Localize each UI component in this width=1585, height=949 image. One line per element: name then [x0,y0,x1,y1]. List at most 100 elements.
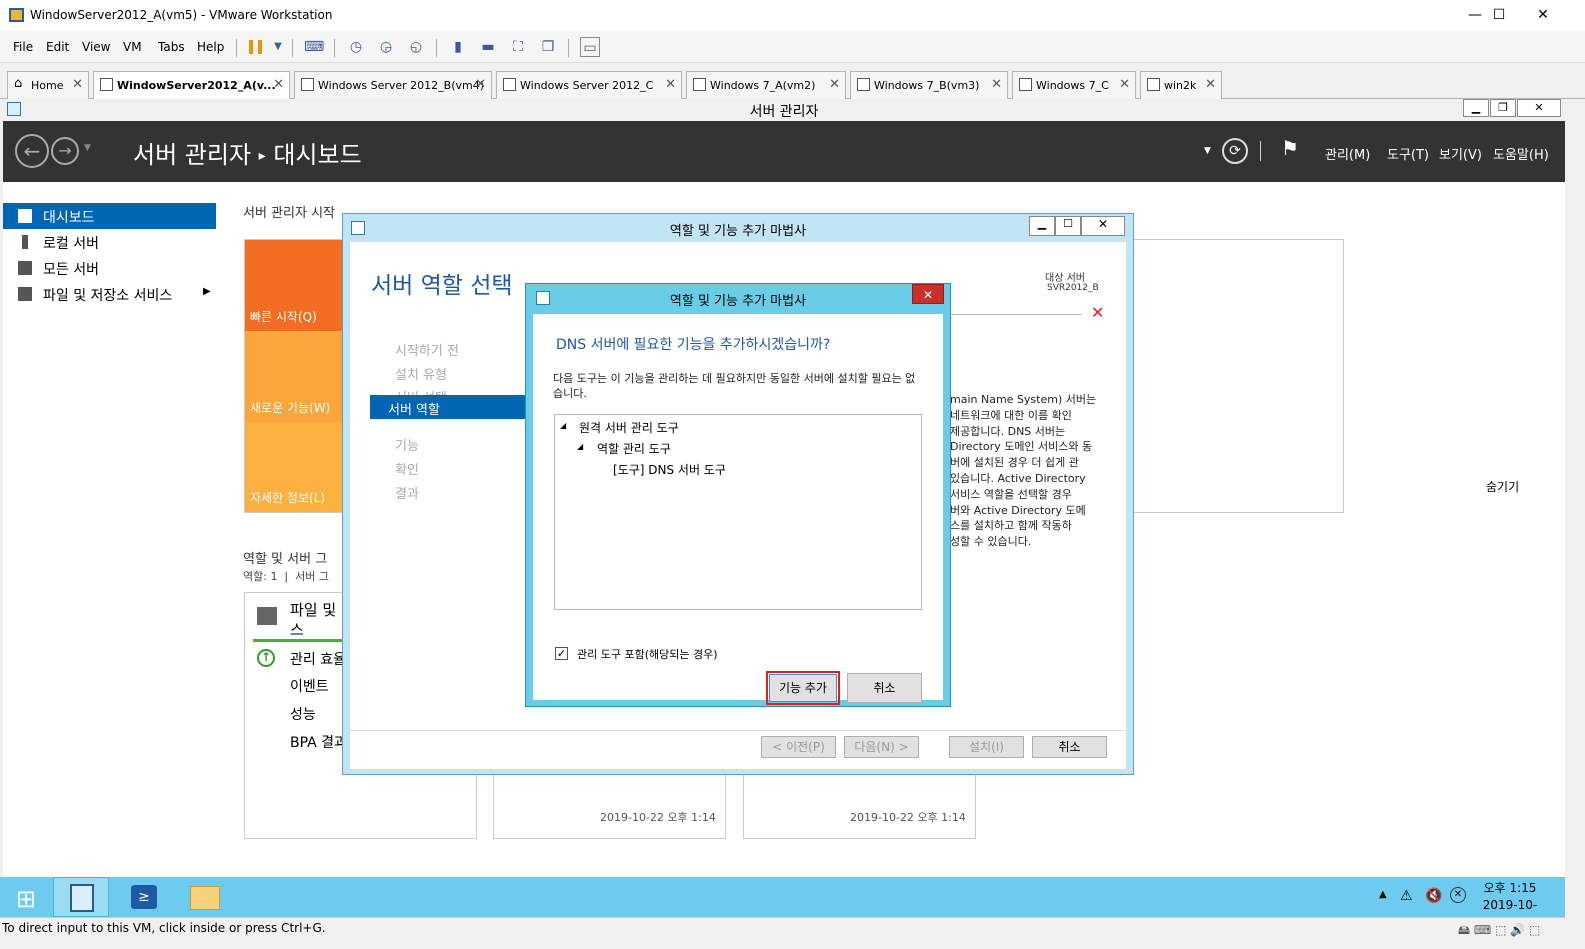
wizard-step[interactable]: 시작하기 전 [395,340,459,359]
card-row[interactable]: 이벤트 [290,676,329,696]
vmware-window-scrollbar[interactable] [1565,99,1585,949]
network-icon[interactable]: ⚠ [1400,888,1413,904]
previous-button[interactable]: < 이전(P) [761,736,836,758]
tab-windows-7-b[interactable]: Windows 7_B(vm3) ✕ [850,71,1008,99]
console-view-icon[interactable]: ▬ [478,37,498,57]
close-icon[interactable]: ✕ [829,77,840,92]
tile-whats-new[interactable]: 새로운 기능(W) [245,331,345,422]
close-icon[interactable]: ✕ [991,77,1002,92]
expand-triangle-icon[interactable]: ◢ [577,442,583,451]
role-card[interactable]: 2019-10-22 오후 1:14 [743,772,976,839]
windows-start-icon[interactable]: ⊞ [16,885,36,913]
menu-help[interactable]: Help [197,40,224,54]
sidebar-item-local-server[interactable]: 로컬 서버 [3,229,216,255]
menu-file[interactable]: File [13,40,33,54]
card-row[interactable]: 성능 [290,704,316,724]
vm-icon [100,78,113,91]
menu-help[interactable]: 도움말(H) [1493,144,1549,163]
fullscreen-icon[interactable]: ⛶ [508,37,528,57]
include-tools-checkbox[interactable]: ✓ [555,647,568,660]
close-icon[interactable]: ✕ [273,77,284,92]
wizard-cancel-button[interactable]: 취소 [1032,736,1107,758]
refresh-icon[interactable]: ⟳ [1222,138,1248,164]
wizard-step[interactable]: 확인 [395,459,419,478]
chevron-down-icon[interactable]: ▼ [268,37,288,57]
tab-win2k[interactable]: win2k ✕ [1140,71,1222,99]
guest-close-button[interactable]: ✕ [1517,99,1561,117]
device-status-icons[interactable]: 🖴 ⌨ ⬚ 🔊 ⬚ [1458,921,1540,942]
thumbnail-view-icon[interactable]: ▭ [580,37,600,57]
role-card[interactable]: 2019-10-22 오후 1:14 [493,772,726,839]
tile-learn-more[interactable]: 자세한 정보(L) [245,422,345,512]
card-row[interactable]: 관리 효율 [290,649,346,669]
forward-arrow-icon[interactable]: → [51,137,79,165]
toolbar-separator [236,39,237,57]
close-icon[interactable]: ✕ [1119,77,1130,92]
tree-item[interactable]: [도구] DNS 서버 도구 [613,461,726,478]
menu-edit[interactable]: Edit [46,40,69,54]
snapshot-manager-icon[interactable]: ◵ [406,37,426,57]
card-row[interactable]: BPA 결과 [290,732,347,752]
show-hidden-icons[interactable]: ▲ [1379,889,1387,900]
maximize-button[interactable]: ☐ [1476,0,1522,31]
notifications-flag-icon[interactable]: ⚑ [1281,136,1299,160]
close-button[interactable]: ✕ [1520,0,1566,31]
wizard-step[interactable]: 설치 유형 [395,364,447,383]
wizard-step[interactable]: 결과 [395,483,419,502]
vm-icon [1019,78,1032,91]
tile-quick-start[interactable]: 빠른 시작(Q) [245,240,345,331]
back-arrow-icon[interactable]: ← [15,134,49,168]
taskbar-server-manager[interactable] [53,877,109,917]
revert-snapshot-icon[interactable]: ◶ [376,37,396,57]
menu-tabs[interactable]: Tabs [158,40,185,54]
unity-icon[interactable]: ❐ [538,37,558,57]
wizard-minimize-button[interactable]: ▁ [1029,216,1055,236]
hide-link[interactable]: 숨기기 [1486,478,1519,495]
dialog-cancel-button[interactable]: 취소 [847,673,922,703]
sidebar-item-file-storage[interactable]: 파일 및 저장소 서비스 ▶ [3,281,216,307]
install-button[interactable]: 설치(I) [949,736,1024,758]
tab-windows-7-c[interactable]: Windows 7_C ✕ [1012,71,1136,99]
add-features-button[interactable]: 기능 추가 [769,674,837,702]
sidebar-toggle-icon[interactable]: ▮ [448,37,468,57]
wizard-close-button[interactable]: ✕ [1081,216,1125,236]
action-center-icon[interactable]: ✕ [1450,887,1466,903]
role-description: main Name System) 서버는 네트워크에 대한 이름 확인 제공합… [950,393,1097,549]
tab-windows-server-2012-c[interactable]: Windows Server 2012_C ✕ [496,71,682,99]
tab-windowserver2012-a[interactable]: WindowServer2012_A(v... ✕ [93,71,290,100]
guest-restore-button[interactable]: ❐ [1490,99,1516,117]
sidebar-item-all-servers[interactable]: 모든 서버 [3,255,216,281]
tab-home[interactable]: ⌂ Home ✕ [7,71,89,99]
close-icon[interactable]: ✕ [1205,77,1216,92]
server-manager-icon [70,884,94,912]
tree-item[interactable]: 역할 관리 도구 [597,440,671,457]
guest-minimize-button[interactable]: ▁ [1463,99,1489,117]
send-keys-icon[interactable]: ⌨ [304,37,324,57]
speaker-muted-icon[interactable]: 🔇 [1425,888,1442,904]
close-icon[interactable]: ✕ [475,77,486,92]
wizard-step-active[interactable]: 서버 역할 [370,395,530,419]
chevron-down-icon[interactable]: ▼ [1204,146,1211,156]
chevron-down-icon[interactable]: ▼ [84,143,91,153]
close-icon[interactable]: ✕ [72,77,83,92]
close-icon[interactable]: ✕ [665,77,676,92]
dialog-close-button[interactable]: ✕ [912,284,944,304]
expand-triangle-icon[interactable]: ◢ [560,421,566,430]
menu-tools[interactable]: 도구(T) [1387,144,1429,163]
wizard-maximize-button[interactable]: ☐ [1055,216,1081,236]
file-explorer-icon[interactable] [190,886,220,910]
tab-windows-7-a[interactable]: Windows 7_A(vm2) ✕ [686,71,846,99]
menu-vm[interactable]: VM [123,40,142,54]
wizard-step[interactable]: 기능 [395,435,419,454]
menu-manage[interactable]: 관리(M) [1325,144,1370,163]
sidebar-item-dashboard[interactable]: 대시보드 [3,203,216,229]
menu-view[interactable]: 보기(V) [1439,144,1482,163]
powershell-icon[interactable]: ≥ [131,885,157,909]
next-button[interactable]: 다음(N) > [844,736,919,758]
tab-windows-server-2012-b[interactable]: Windows Server 2012_B(vm4) ✕ [294,71,492,99]
tree-item[interactable]: 원격 서버 관리 도구 [579,419,679,436]
window-title: WindowServer2012_A(vm5) - VMware Worksta… [30,8,333,22]
pause-icon[interactable] [249,40,262,54]
menu-view[interactable]: View [82,40,110,54]
snapshot-icon[interactable]: ◷ [346,37,366,57]
